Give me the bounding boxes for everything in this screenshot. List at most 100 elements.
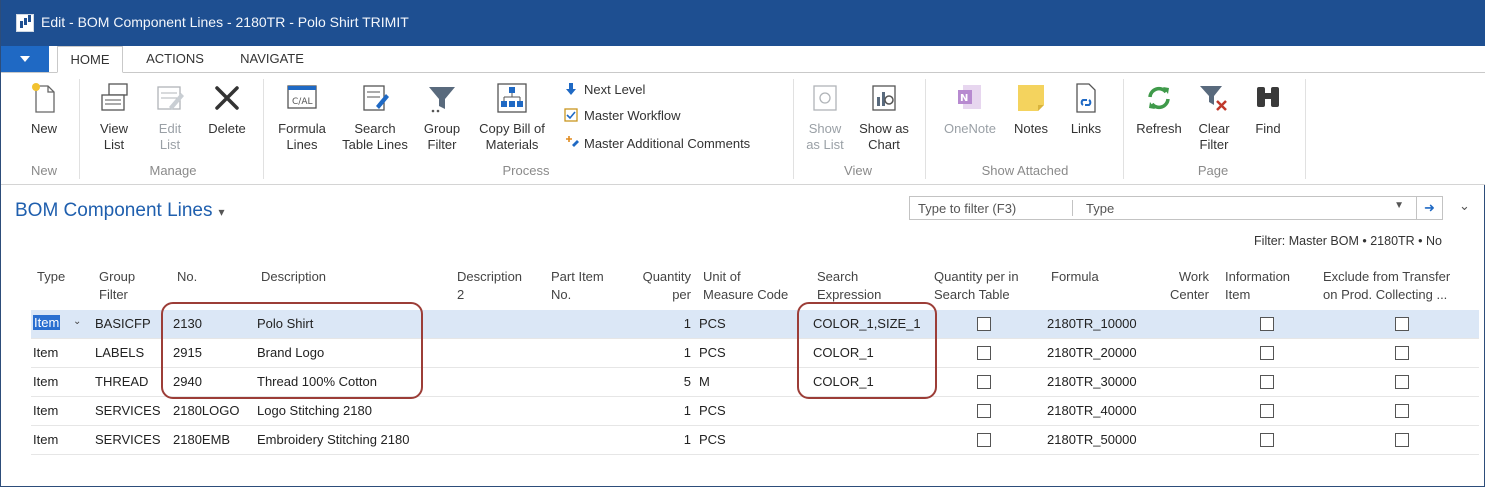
- cell-uom[interactable]: PCS: [699, 345, 726, 360]
- filter-divider: [1072, 200, 1073, 216]
- column-header-no[interactable]: No.: [177, 268, 197, 286]
- column-header-description2[interactable]: Description 2: [457, 268, 522, 304]
- notes-button[interactable]: Notes: [1007, 81, 1055, 137]
- column-header-type[interactable]: Type: [37, 268, 65, 286]
- ribbon: New New View List Edit List Delete Manag…: [1, 73, 1485, 185]
- show-as-list-button[interactable]: Show as List: [801, 81, 849, 153]
- information-item-checkbox[interactable]: [1260, 346, 1274, 360]
- onenote-button[interactable]: N OneNote: [937, 81, 1003, 137]
- title-bar: Edit - BOM Component Lines - 2180TR - Po…: [1, 0, 1485, 46]
- column-header-quantity-per[interactable]: Quantity per: [621, 268, 691, 304]
- cell-group-filter[interactable]: LABELS: [95, 345, 144, 360]
- cell-quantity-per[interactable]: 1: [661, 345, 691, 360]
- view-list-button[interactable]: View List: [93, 81, 135, 153]
- table-row[interactable]: Item SERVICES 2180LOGO Logo Stitching 21…: [31, 397, 1479, 426]
- cell-group-filter[interactable]: SERVICES: [95, 403, 161, 418]
- master-additional-comments-button[interactable]: Master Additional Comments: [563, 135, 750, 151]
- apply-filter-arrow-icon[interactable]: ➜: [1416, 197, 1442, 219]
- title-dropdown-icon: ▾: [218, 205, 225, 219]
- cell-no[interactable]: 2180LOGO: [173, 403, 240, 418]
- cell-quantity-per[interactable]: 1: [661, 316, 691, 331]
- column-header-description[interactable]: Description: [261, 268, 326, 286]
- information-item-checkbox[interactable]: [1260, 404, 1274, 418]
- tab-home[interactable]: HOME: [57, 46, 123, 73]
- exclude-transfer-checkbox[interactable]: [1395, 375, 1409, 389]
- cell-formula[interactable]: 2180TR_50000: [1047, 432, 1137, 447]
- new-button[interactable]: New: [23, 81, 65, 137]
- column-header-information-item[interactable]: Information Item: [1225, 268, 1290, 304]
- cell-type[interactable]: Item: [33, 345, 58, 360]
- qty-per-search-checkbox[interactable]: [977, 433, 991, 447]
- qty-per-search-checkbox[interactable]: [977, 346, 991, 360]
- search-table-lines-button[interactable]: Search Table Lines: [337, 81, 413, 153]
- group-filter-button[interactable]: Group Filter: [417, 81, 467, 153]
- cell-type[interactable]: Item: [33, 374, 58, 389]
- information-item-checkbox[interactable]: [1260, 317, 1274, 331]
- column-header-qty-per-search-table[interactable]: Quantity per in Search Table: [934, 268, 1019, 304]
- information-item-checkbox[interactable]: [1260, 433, 1274, 447]
- formula-lines-button[interactable]: C/AL Formula Lines: [271, 81, 333, 153]
- cell-formula[interactable]: 2180TR_20000: [1047, 345, 1137, 360]
- column-header-exclude-from-transfer[interactable]: Exclude from Transfer on Prod. Collectin…: [1323, 268, 1450, 304]
- qty-per-search-checkbox[interactable]: [977, 317, 991, 331]
- page-title[interactable]: BOM Component Lines ▾: [15, 200, 225, 222]
- refresh-icon: [1142, 81, 1176, 115]
- column-header-part-item-no[interactable]: Part Item No.: [551, 268, 604, 304]
- links-button[interactable]: Links: [1061, 81, 1111, 137]
- show-as-chart-button[interactable]: Show as Chart: [853, 81, 915, 153]
- app-menu-button[interactable]: [1, 46, 49, 72]
- table-row[interactable]: Item SERVICES 2180EMB Embroidery Stitchi…: [31, 426, 1479, 455]
- cell-description[interactable]: Logo Stitching 2180: [257, 403, 372, 418]
- qty-per-search-checkbox[interactable]: [977, 375, 991, 389]
- cell-group-filter[interactable]: BASICFP: [95, 316, 151, 331]
- cell-group-filter[interactable]: SERVICES: [95, 432, 161, 447]
- cell-uom[interactable]: PCS: [699, 432, 726, 447]
- clear-filter-button[interactable]: Clear Filter: [1191, 81, 1237, 153]
- filter-bar: Type to filter (F3) Type ▼ ➜: [909, 196, 1443, 220]
- cell-group-filter[interactable]: THREAD: [95, 374, 148, 389]
- filter-field-select[interactable]: Type: [1086, 201, 1114, 216]
- edit-list-button[interactable]: Edit List: [149, 81, 191, 153]
- cell-type[interactable]: Item: [33, 432, 58, 447]
- cell-uom[interactable]: PCS: [699, 403, 726, 418]
- exclude-transfer-checkbox[interactable]: [1395, 404, 1409, 418]
- cell-formula[interactable]: 2180TR_40000: [1047, 403, 1137, 418]
- exclude-transfer-checkbox[interactable]: [1395, 317, 1409, 331]
- cell-quantity-per[interactable]: 1: [661, 432, 691, 447]
- tab-actions[interactable]: ACTIONS: [135, 46, 215, 73]
- cell-formula[interactable]: 2180TR_30000: [1047, 374, 1137, 389]
- copy-bill-of-materials-button[interactable]: Copy Bill of Materials: [471, 81, 553, 153]
- formula-icon: C/AL: [285, 81, 319, 115]
- column-header-formula[interactable]: Formula: [1051, 268, 1099, 286]
- exclude-transfer-checkbox[interactable]: [1395, 346, 1409, 360]
- cell-formula[interactable]: 2180TR_10000: [1047, 316, 1137, 331]
- column-header-uom[interactable]: Unit of Measure Code: [703, 268, 788, 304]
- chevron-down-icon[interactable]: ⌄: [73, 316, 81, 327]
- cell-quantity-per[interactable]: 1: [661, 403, 691, 418]
- type-select[interactable]: Item: [33, 315, 61, 330]
- information-item-checkbox[interactable]: [1260, 375, 1274, 389]
- column-header-search-expression[interactable]: Search Expression: [817, 268, 881, 304]
- tab-navigate[interactable]: NAVIGATE: [227, 46, 317, 73]
- chevron-down-icon[interactable]: ▼: [1394, 200, 1404, 211]
- refresh-button[interactable]: Refresh: [1131, 81, 1187, 137]
- next-level-button[interactable]: Next Level: [563, 81, 645, 97]
- cell-uom[interactable]: M: [699, 374, 710, 389]
- filter-input[interactable]: Type to filter (F3): [918, 201, 1016, 216]
- find-button[interactable]: Find: [1245, 81, 1291, 137]
- bom-component-lines-window: Edit - BOM Component Lines - 2180TR - Po…: [0, 0, 1485, 487]
- cell-quantity-per[interactable]: 5: [661, 374, 691, 389]
- exclude-transfer-checkbox[interactable]: [1395, 433, 1409, 447]
- cell-no[interactable]: 2180EMB: [173, 432, 230, 447]
- qty-per-search-checkbox[interactable]: [977, 404, 991, 418]
- collapse-chevron-icon[interactable]: ⌄: [1459, 199, 1470, 214]
- column-header-group-filter[interactable]: Group Filter: [99, 268, 135, 304]
- cell-type[interactable]: Item: [33, 403, 58, 418]
- cell-uom[interactable]: PCS: [699, 316, 726, 331]
- cell-description[interactable]: Embroidery Stitching 2180: [257, 432, 409, 447]
- group-separator: [793, 79, 794, 179]
- delete-button[interactable]: Delete: [201, 81, 253, 137]
- column-header-work-center[interactable]: Work Center: [1151, 268, 1209, 304]
- ribbon-tab-bar: HOME ACTIONS NAVIGATE: [1, 46, 1485, 73]
- master-workflow-button[interactable]: Master Workflow: [563, 107, 681, 123]
